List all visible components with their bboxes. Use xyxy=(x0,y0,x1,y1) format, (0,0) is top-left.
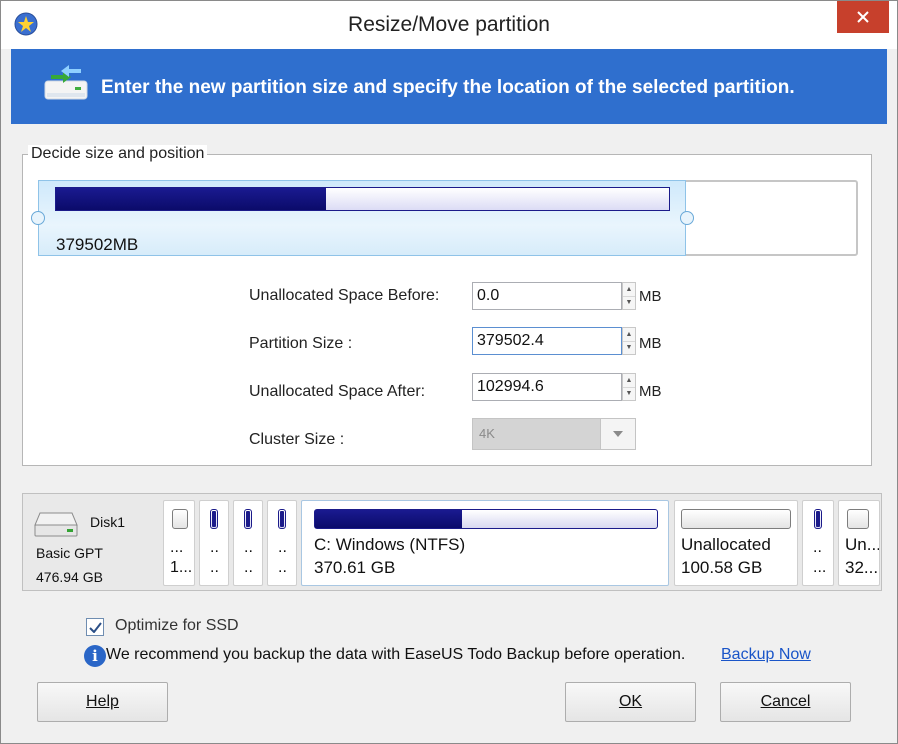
left-resize-handle[interactable] xyxy=(31,211,45,225)
partition-size-label: Partition Size : xyxy=(249,335,353,352)
group-title: Decide size and position xyxy=(28,145,208,163)
partition-resize-icon xyxy=(44,65,88,100)
help-button[interactable]: Help xyxy=(37,682,168,722)
partition-usage-bar xyxy=(55,187,670,211)
cluster-size-select: 4K xyxy=(472,418,636,450)
chevron-down-icon xyxy=(613,431,623,437)
partition-bar xyxy=(210,509,218,529)
partition-size: ... xyxy=(813,559,827,576)
partition-block[interactable]: .. .. xyxy=(233,500,263,586)
stepper-up-icon[interactable]: ▲ xyxy=(623,374,635,388)
disk-info: Disk1 Basic GPT 476.94 GB xyxy=(32,505,160,589)
partition-name: .. xyxy=(813,539,822,556)
cancel-button[interactable]: Cancel xyxy=(720,682,851,722)
partition-size: 100.58 GB xyxy=(681,558,763,577)
partition-block[interactable]: .. ... xyxy=(802,500,834,586)
unit-label: MB xyxy=(639,288,662,305)
unit-label: MB xyxy=(639,383,662,400)
partition-size: .. xyxy=(278,559,287,576)
partition-name: ... xyxy=(170,539,184,556)
partition-size: 32... xyxy=(845,558,879,577)
window-title: Resize/Move partition xyxy=(348,13,550,36)
partition-size-input[interactable] xyxy=(472,327,622,355)
partition-bar xyxy=(244,509,252,529)
partition-name: .. xyxy=(244,539,253,556)
partition-name: .. xyxy=(278,539,287,556)
partition-block[interactable]: ... 1... xyxy=(163,500,195,586)
title-bar: Resize/Move partition xyxy=(1,1,897,49)
partition-bar xyxy=(814,509,822,529)
partition-bar xyxy=(314,509,658,529)
help-button-label: Help xyxy=(86,693,119,710)
disk-size: 476.94 GB xyxy=(36,569,103,585)
partition-block[interactable]: .. .. xyxy=(267,500,297,586)
partition-size-stepper[interactable]: ▲ ▼ xyxy=(622,327,636,355)
partition-bar xyxy=(278,509,286,529)
ok-button-label: OK xyxy=(618,693,643,710)
partition-block-unallocated[interactable]: Unallocated 100.58 GB xyxy=(674,500,798,586)
partition-size: .. xyxy=(210,559,219,576)
disk-type: Basic GPT xyxy=(36,545,103,561)
banner-instruction: Enter the new partition size and specify… xyxy=(101,77,795,98)
stepper-up-icon[interactable]: ▲ xyxy=(623,283,635,297)
stepper-up-icon[interactable]: ▲ xyxy=(623,328,635,342)
unallocated-before-stepper[interactable]: ▲ ▼ xyxy=(622,282,636,310)
optimize-ssd-checkbox[interactable] xyxy=(86,618,104,636)
partition-block[interactable]: Un... 32... xyxy=(838,500,880,586)
stepper-down-icon[interactable]: ▼ xyxy=(623,296,635,309)
partition-size: 370.61 GB xyxy=(314,558,396,577)
unallocated-after-label: Unallocated Space After: xyxy=(249,383,426,400)
unallocated-before-label: Unallocated Space Before: xyxy=(249,287,440,304)
partition-bar xyxy=(847,509,869,529)
partition-bar xyxy=(681,509,791,529)
header-banner: Enter the new partition size and specify… xyxy=(11,49,887,124)
disk-name: Disk1 xyxy=(90,514,126,530)
partition-size: .. xyxy=(244,559,253,576)
partition-name: Un... xyxy=(845,535,879,554)
info-icon: i xyxy=(84,645,106,667)
backup-recommendation: We recommend you backup the data with Ea… xyxy=(106,646,686,663)
hard-disk-icon xyxy=(34,512,78,537)
right-resize-handle[interactable] xyxy=(680,211,694,225)
backup-now-link[interactable]: Backup Now xyxy=(721,646,811,664)
unallocated-after-stepper[interactable]: ▲ ▼ xyxy=(622,373,636,401)
partition-usage-fill xyxy=(315,510,463,528)
partition-name: Unallocated xyxy=(681,535,771,554)
partition-name: .. xyxy=(210,539,219,556)
checkmark-icon xyxy=(88,621,102,633)
partition-block-c[interactable]: C: Windows (NTFS) 370.61 GB xyxy=(301,500,669,586)
cluster-size-value: 4K xyxy=(479,426,495,441)
partition-block[interactable]: .. .. xyxy=(199,500,229,586)
stepper-down-icon[interactable]: ▼ xyxy=(623,387,635,400)
partition-name: C: Windows (NTFS) xyxy=(314,535,466,554)
partition-bar xyxy=(172,509,188,529)
cluster-size-label: Cluster Size : xyxy=(249,431,345,448)
unallocated-before-input[interactable] xyxy=(472,282,622,310)
ok-button[interactable]: OK xyxy=(565,682,696,722)
partition-usage-fill xyxy=(56,188,326,210)
unit-label: MB xyxy=(639,335,662,352)
cancel-button-label: Cancel xyxy=(760,693,811,710)
partition-size-readout: 379502MB xyxy=(56,235,139,254)
close-button[interactable] xyxy=(837,1,889,33)
partition-size: 1... xyxy=(170,559,193,576)
dropdown-button xyxy=(600,419,635,449)
unallocated-after-input[interactable] xyxy=(472,373,622,401)
optimize-ssd-label[interactable]: Optimize for SSD xyxy=(115,617,239,635)
close-icon xyxy=(857,11,869,23)
stepper-down-icon[interactable]: ▼ xyxy=(623,341,635,354)
